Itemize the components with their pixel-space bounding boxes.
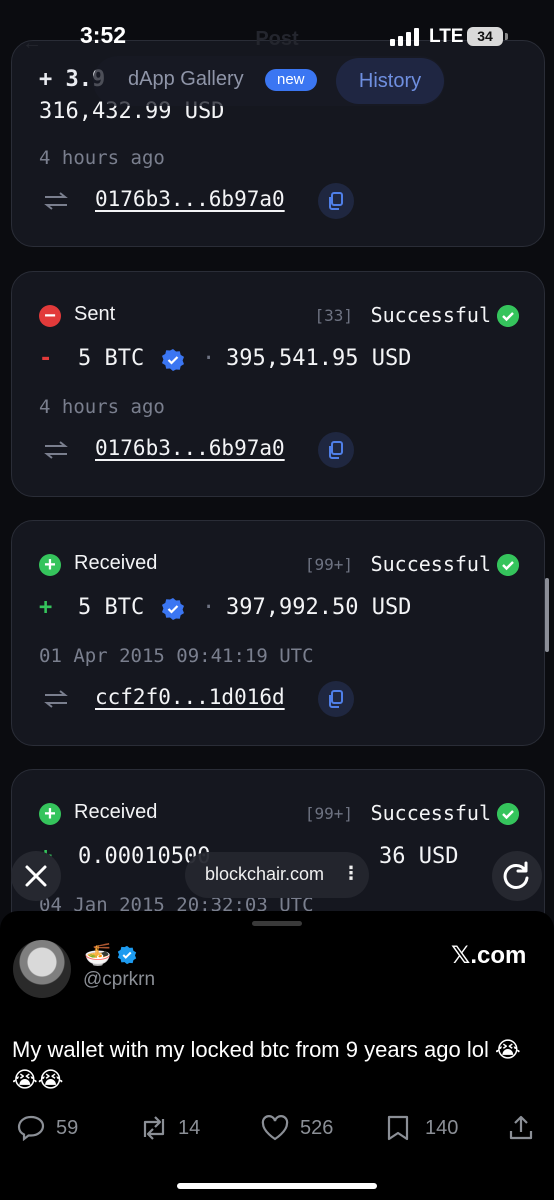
tx-hash-link[interactable]: ccf2f0...1d016d xyxy=(95,685,285,709)
copy-button[interactable] xyxy=(318,681,354,717)
repost-button[interactable]: 14 xyxy=(139,1111,209,1145)
home-indicator xyxy=(177,1183,377,1189)
btc-amount: 5 BTC xyxy=(78,346,145,371)
minus-circle-icon: − xyxy=(39,305,61,327)
tweet-text: My wallet with my locked btc from 9 year… xyxy=(12,1037,521,1092)
reply-button[interactable]: 59 xyxy=(17,1111,87,1145)
repost-count: 14 xyxy=(178,1117,201,1139)
hash-row: ccf2f0...1d016d xyxy=(39,681,359,717)
confirmations: [99+] xyxy=(304,555,353,574)
signal-icon xyxy=(390,28,422,46)
amount-row: + 5 BTC · 397,992.50 USD xyxy=(39,595,519,625)
transaction-card[interactable]: − Sent [33] Successful - 5 BTC · 395,541… xyxy=(11,271,545,497)
transaction-card[interactable]: + Received [99+] Successful + 5 BTC · 39… xyxy=(11,520,545,746)
usd-value: 36 USD xyxy=(379,844,459,869)
tx-status: Successful xyxy=(370,801,491,825)
copy-icon xyxy=(329,690,343,708)
swap-icon xyxy=(44,690,68,708)
separator: · xyxy=(202,346,216,371)
check-circle-icon xyxy=(497,803,519,825)
verified-icon xyxy=(162,598,184,620)
tx-hash-link[interactable]: 0176b3...6b97a0 xyxy=(95,436,285,460)
reload-button[interactable] xyxy=(492,851,542,901)
close-button[interactable] xyxy=(11,851,61,901)
more-vertical-icon[interactable]: ⋮ xyxy=(342,863,360,884)
tx-status: Successful xyxy=(370,552,491,576)
clock: 3:52 xyxy=(80,22,127,48)
card-header: + Received [99+] Successful xyxy=(39,551,519,579)
btc-amount: 5 BTC xyxy=(78,595,145,620)
amount-row: - 5 BTC · 395,541.95 USD xyxy=(39,346,519,376)
swap-icon xyxy=(44,441,68,459)
swap-icon xyxy=(44,192,68,210)
share-icon xyxy=(509,1115,533,1140)
copy-button[interactable] xyxy=(318,432,354,468)
url-bar[interactable]: blockchair.com ⋮ xyxy=(185,852,369,898)
user-handle[interactable]: @cprkrn xyxy=(83,969,155,991)
tx-type: Received xyxy=(74,801,158,823)
check-circle-icon xyxy=(497,305,519,327)
confirmations: [33] xyxy=(314,306,353,325)
display-name: 🍜 xyxy=(84,942,112,967)
usd-value: 395,541.95 USD xyxy=(226,346,412,371)
confirmations: [99+] xyxy=(304,804,353,823)
bookmark-count: 140 xyxy=(425,1117,459,1139)
copy-button[interactable] xyxy=(318,183,354,219)
status-bar: ← Post 3:52 LTE 34 xyxy=(0,0,554,74)
like-count: 526 xyxy=(300,1117,334,1139)
like-button[interactable]: 526 xyxy=(261,1111,341,1145)
hash-row: 0176b3...6b97a0 xyxy=(39,183,359,219)
tx-time: 4 hours ago xyxy=(39,396,165,418)
url-text: blockchair.com xyxy=(205,864,325,884)
plus-circle-icon: + xyxy=(39,554,61,576)
network-label: LTE xyxy=(429,26,464,47)
tx-type: Received xyxy=(74,552,158,574)
hash-row: 0176b3...6b97a0 xyxy=(39,432,359,468)
share-button[interactable] xyxy=(508,1111,538,1145)
site-label: 𝕏.com xyxy=(451,942,527,969)
bookmark-icon xyxy=(387,1115,409,1141)
verified-icon xyxy=(162,349,184,371)
bookmark-button[interactable]: 140 xyxy=(386,1111,466,1145)
tweet-panel: 🍜 @cprkrn 𝕏.com My wallet with my locked… xyxy=(0,911,554,1200)
scrollbar[interactable] xyxy=(545,578,549,652)
verified-badge-icon xyxy=(117,945,137,965)
reply-icon xyxy=(17,1115,45,1141)
repost-icon xyxy=(143,1116,165,1140)
avatar[interactable] xyxy=(13,940,71,998)
tweet-actions: 59 14 526 140 xyxy=(0,1111,554,1151)
plus-circle-icon: + xyxy=(39,803,61,825)
copy-icon xyxy=(329,441,343,459)
card-header: + Received [99+] Successful xyxy=(39,800,519,828)
tx-hash-link[interactable]: 0176b3...6b97a0 xyxy=(95,187,285,211)
tx-status: Successful xyxy=(370,303,491,327)
tx-time: 4 hours ago xyxy=(39,147,165,169)
card-header: − Sent [33] Successful xyxy=(39,302,519,330)
usd-value: 397,992.50 USD xyxy=(226,595,412,620)
check-circle-icon xyxy=(497,554,519,576)
battery-tip xyxy=(505,33,508,40)
reply-count: 59 xyxy=(56,1117,79,1139)
amount-sign: + xyxy=(39,595,53,620)
sheet-grabber[interactable] xyxy=(252,921,302,926)
amount-sign: - xyxy=(39,346,53,371)
copy-icon xyxy=(329,192,343,210)
reload-icon xyxy=(503,861,529,889)
tx-type: Sent xyxy=(74,303,116,325)
close-icon xyxy=(25,865,47,887)
battery-icon: 34 xyxy=(467,27,503,46)
heart-icon xyxy=(261,1115,289,1141)
tx-time: 01 Apr 2015 09:41:19 UTC xyxy=(39,645,314,667)
separator: · xyxy=(202,595,216,620)
